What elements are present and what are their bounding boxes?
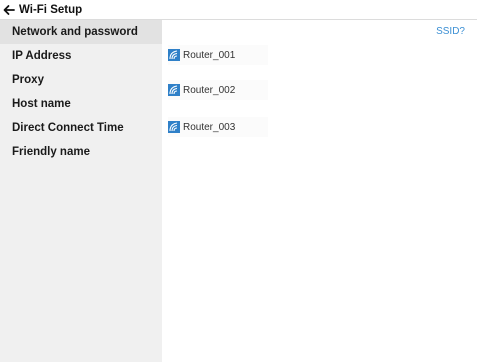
wifi-icon [168, 84, 180, 96]
sidebar-item-direct-connect-time[interactable]: Direct Connect Time [0, 116, 162, 140]
network-name: Router_003 [183, 121, 236, 133]
network-item-router-003[interactable]: Router_003 [168, 117, 268, 137]
ssid-link[interactable]: SSID? [436, 26, 465, 37]
window-title: Wi-Fi Setup [19, 3, 83, 16]
sidebar-item-host-name[interactable]: Host name [0, 92, 162, 116]
sidebar-item-ip-address[interactable]: IP Address [0, 44, 162, 68]
wifi-icon [168, 121, 180, 133]
network-item-router-001[interactable]: Router_001 [168, 45, 268, 65]
back-arrow-icon[interactable] [2, 3, 16, 17]
sidebar-item-network-and-password[interactable]: Network and password [0, 20, 162, 44]
network-name: Router_001 [183, 49, 236, 61]
sidebar-item-friendly-name[interactable]: Friendly name [0, 140, 162, 164]
sidebar: Network and password IP Address Proxy Ho… [0, 20, 162, 362]
network-item-router-002[interactable]: Router_002 [168, 80, 268, 100]
main-panel: SSID? Router_001 Router_002 Router_003 [162, 20, 477, 362]
title-bar: Wi-Fi Setup [0, 0, 477, 20]
network-name: Router_002 [183, 84, 236, 96]
sidebar-item-proxy[interactable]: Proxy [0, 68, 162, 92]
wifi-icon [168, 49, 180, 61]
